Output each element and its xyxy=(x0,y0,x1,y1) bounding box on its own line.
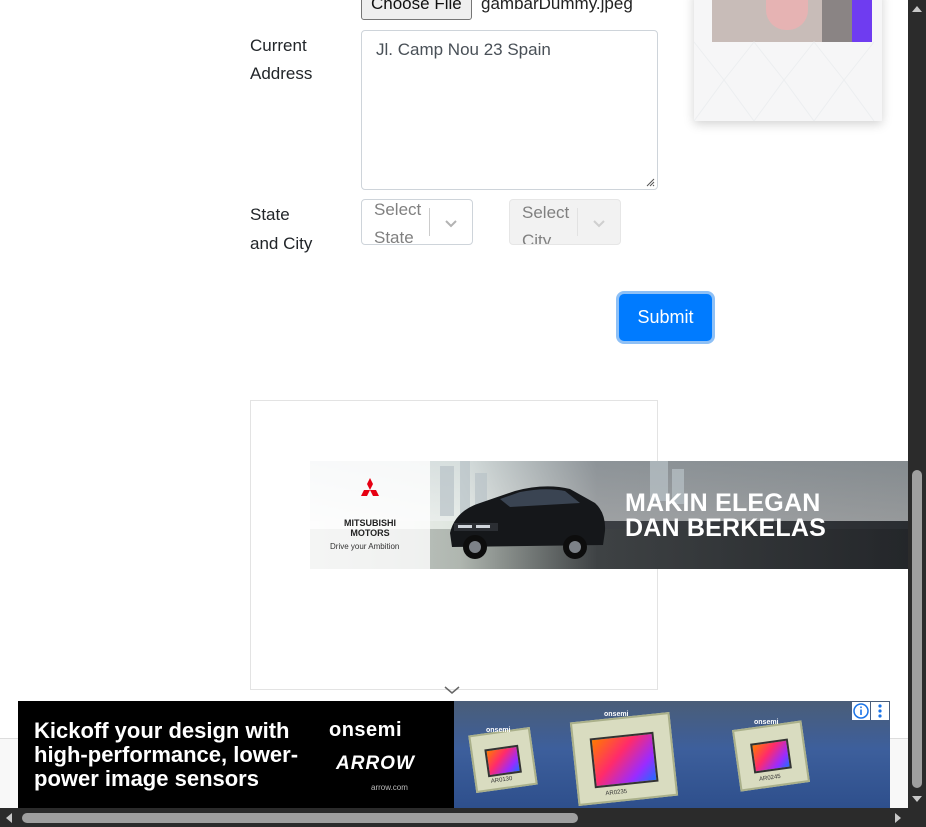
sensor-chips-visual: AR0130 AR0235 AR0245 onsemi onsemi onsem… xyxy=(454,701,890,808)
scroll-down-arrow-icon[interactable] xyxy=(911,794,923,804)
banner-headline: MAKIN ELEGAN DAN BERKELAS xyxy=(625,489,827,542)
card-pattern xyxy=(694,41,875,121)
state-select[interactable]: Select State xyxy=(361,199,473,245)
sensor-chip: AR0130 xyxy=(468,726,538,794)
state-city-label-line1: State xyxy=(250,205,290,224)
scrollbar-corner xyxy=(908,808,926,827)
selected-file-name: gambarDummy.jpeg xyxy=(481,0,633,13)
sensor-chip: AR0245 xyxy=(732,720,810,792)
collapse-ad-chevron-icon[interactable] xyxy=(443,684,461,696)
vertical-scrollbar[interactable] xyxy=(908,0,926,808)
current-address-textarea[interactable]: Jl. Camp Nou 23 Spain xyxy=(361,30,658,190)
choose-file-button[interactable]: Choose File xyxy=(361,0,472,20)
page-viewport: Choose File gambarDummy.jpeg Current Add… xyxy=(0,0,908,808)
car-image xyxy=(450,486,606,559)
chevron-down-icon[interactable] xyxy=(442,214,460,232)
city-select-separator xyxy=(577,208,578,236)
mitsubishi-logo: MITSUBISHI MOTORS Drive your Ambition xyxy=(310,461,430,569)
address-label-line1: Current xyxy=(250,36,307,55)
mitsubishi-diamonds-icon xyxy=(361,478,379,496)
resize-grip-icon[interactable] xyxy=(646,178,655,187)
sensor-chip: AR0235 xyxy=(569,712,679,806)
submit-button[interactable]: Submit xyxy=(619,294,712,341)
scroll-up-arrow-icon[interactable] xyxy=(911,4,923,14)
onsemi-logo: onsemi xyxy=(329,719,403,741)
ad-info-icon[interactable] xyxy=(852,702,870,720)
ad-copy-text: Kickoff your design with high-performanc… xyxy=(34,718,299,791)
current-address-value: Jl. Camp Nou 23 Spain xyxy=(376,40,551,59)
mitsubishi-brand-text: MITSUBISHI MOTORS xyxy=(343,518,396,538)
horizontal-scrollbar[interactable] xyxy=(0,808,908,827)
chip-brand-label: onsemi xyxy=(604,711,629,718)
horizontal-scrollbar-thumb[interactable] xyxy=(22,813,578,823)
state-select-separator xyxy=(429,208,430,236)
chevron-down-icon[interactable] xyxy=(590,214,608,232)
scroll-left-arrow-icon[interactable] xyxy=(4,812,14,824)
state-select-placeholder: Select State xyxy=(374,200,422,245)
ad-more-options-icon[interactable] xyxy=(871,702,889,720)
mitsubishi-tagline: Drive your Ambition xyxy=(330,542,400,551)
state-city-label-line2: and City xyxy=(250,234,313,253)
address-label-line2: Address xyxy=(250,64,313,83)
onsemi-image-sensor-ad[interactable]: Kickoff your design with high-performanc… xyxy=(18,701,890,808)
city-select[interactable]: Select City xyxy=(509,199,621,245)
chip-brand-label: onsemi xyxy=(486,727,511,734)
mitsubishi-banner-ad[interactable]: MITSUBISHI MOTORS Drive your Ambition MA… xyxy=(310,461,908,569)
profile-preview-card xyxy=(694,0,882,121)
vertical-scrollbar-thumb[interactable] xyxy=(912,470,922,788)
scroll-right-arrow-icon[interactable] xyxy=(893,812,903,824)
chip-brand-label: onsemi xyxy=(754,719,779,726)
city-select-placeholder: Select City xyxy=(522,203,570,245)
arrow-logo: ARROW xyxy=(336,753,415,774)
ad-url: arrow.com xyxy=(371,783,408,792)
